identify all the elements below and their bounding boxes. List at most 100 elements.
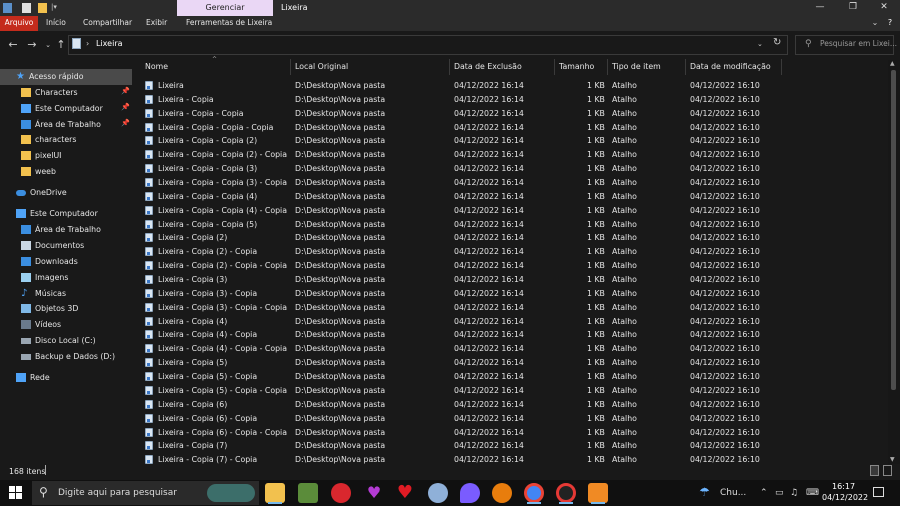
nav-item-imagens[interactable]: Imagens — [0, 270, 132, 286]
nav-item-pixelui[interactable]: pixelUI — [0, 148, 132, 164]
table-row[interactable]: Lixeira - Copia - Copia - Copia D:\Deskto… — [140, 121, 888, 135]
nav-item-objetos-3d[interactable]: Objetos 3D — [0, 301, 132, 317]
weather-text[interactable]: Chu... — [720, 487, 746, 499]
heart-app-icon[interactable]: ♥ — [395, 483, 415, 503]
weather-icon[interactable]: ☂ — [699, 485, 713, 499]
nav-item-pc-area-de-trabalho[interactable]: Área de Trabalho — [0, 222, 132, 238]
chrome-icon[interactable] — [524, 483, 544, 503]
table-row[interactable]: Lixeira - Copia - Copia (5) D:\Desktop\No… — [140, 218, 888, 232]
breadcrumb-chevron-icon[interactable]: › — [86, 38, 89, 50]
column-header-data-de-modificacao[interactable]: Data de modificação — [690, 61, 771, 74]
table-row[interactable]: Lixeira - Copia (7) D:\Desktop\Nova pasta… — [140, 439, 888, 453]
table-row[interactable]: Lixeira - Copia - Copia (2) - Copia D:\De… — [140, 148, 888, 162]
table-row[interactable]: Lixeira - Copia - Copia (3) D:\Desktop\No… — [140, 162, 888, 176]
volume-icon[interactable]: ♫ — [790, 488, 798, 498]
close-button[interactable]: ✕ — [868, 0, 900, 16]
table-row[interactable]: Lixeira - Copia (5) - Copia - Copia D:\De… — [140, 384, 888, 398]
new-folder-icon[interactable] — [38, 3, 47, 13]
table-row[interactable]: Lixeira - Copia (3) - Copia - Copia D:\De… — [140, 301, 888, 315]
table-row[interactable]: Lixeira - Copia - Copia (2) D:\Desktop\No… — [140, 134, 888, 148]
fl-studio-icon[interactable] — [588, 483, 608, 503]
qat-dropdown-icon[interactable]: |▾ — [51, 3, 57, 11]
column-header-local-original[interactable]: Local Original — [295, 61, 348, 74]
table-row[interactable]: Lixeira - Copia - Copia (3) - Copia D:\De… — [140, 176, 888, 190]
network-icon[interactable]: ▭ — [775, 488, 784, 498]
table-row[interactable]: Lixeira - Copia (5) D:\Desktop\Nova pasta… — [140, 356, 888, 370]
nav-este-computador[interactable]: Este Computador — [0, 206, 132, 222]
expand-ribbon-icon[interactable]: ⌄ — [868, 16, 882, 31]
table-row[interactable]: Lixeira - Copia (4) - Copia - Copia D:\De… — [140, 342, 888, 356]
pin-icon[interactable]: 📌 — [121, 119, 130, 127]
column-divider[interactable] — [449, 59, 450, 75]
pin-icon[interactable]: 📌 — [121, 103, 130, 111]
address-bar[interactable] — [68, 35, 788, 55]
tab-arquivo[interactable]: Arquivo — [0, 16, 38, 31]
table-row[interactable]: Lixeira D:\Desktop\Nova pasta 04/12/2022 1… — [140, 79, 888, 93]
blender-icon[interactable] — [492, 483, 512, 503]
column-header-nome[interactable]: Nome — [145, 61, 168, 74]
nav-item-weeb[interactable]: weeb — [0, 164, 132, 180]
nav-item-documentos[interactable]: Documentos — [0, 238, 132, 254]
properties-icon[interactable] — [22, 3, 31, 13]
tab-compartilhar[interactable]: Compartilhar — [83, 16, 132, 31]
column-header-data-de-exclusao[interactable]: Data de Exclusão — [454, 61, 522, 74]
nav-item-este-computador[interactable]: Este Computador 📌 — [0, 101, 132, 117]
pin-icon[interactable]: 📌 — [121, 87, 130, 95]
nav-item-characters[interactable]: Characters 📌 — [0, 85, 132, 101]
scrollbar-thumb[interactable] — [891, 70, 896, 390]
nav-item-videos[interactable]: Vídeos — [0, 317, 132, 333]
drop-app-icon[interactable] — [460, 483, 480, 503]
file-explorer-icon[interactable] — [265, 483, 285, 503]
details-view-button[interactable] — [870, 465, 879, 476]
refresh-icon[interactable]: ↻ — [773, 37, 781, 49]
table-row[interactable]: Lixeira - Copia D:\Desktop\Nova pasta 04/1… — [140, 93, 888, 107]
table-row[interactable]: Lixeira - Copia (2) - Copia - Copia D:\De… — [140, 259, 888, 273]
nav-item-downloads[interactable]: Downloads — [0, 254, 132, 270]
table-row[interactable]: Lixeira - Copia (3) D:\Desktop\Nova pasta… — [140, 273, 888, 287]
forward-button[interactable]: → — [24, 37, 40, 53]
windows-start-icon[interactable] — [9, 486, 23, 500]
nav-onedrive[interactable]: OneDrive — [0, 185, 132, 201]
column-divider[interactable] — [781, 59, 782, 75]
table-row[interactable]: Lixeira - Copia (6) - Copia - Copia D:\De… — [140, 426, 888, 440]
clock-time[interactable]: 16:17 — [832, 482, 855, 492]
clock-date[interactable]: 04/12/2022 — [822, 493, 868, 503]
scroll-up-icon[interactable]: ▲ — [890, 60, 895, 67]
table-row[interactable]: Lixeira - Copia (6) D:\Desktop\Nova pasta… — [140, 398, 888, 412]
breadcrumb[interactable]: Lixeira — [96, 38, 123, 50]
nav-quick-access[interactable]: ★ Acesso rápido — [0, 69, 132, 85]
up-button[interactable]: ↑ — [53, 37, 69, 53]
back-button[interactable]: ← — [5, 37, 21, 53]
table-row[interactable]: Lixeira - Copia (6) - Copia D:\Desktop\No… — [140, 412, 888, 426]
table-row[interactable]: Lixeira - Copia (4) D:\Desktop\Nova pasta… — [140, 315, 888, 329]
nav-item-area-de-trabalho[interactable]: Área de Trabalho 📌 — [0, 117, 132, 133]
column-header-tamanho[interactable]: Tamanho — [559, 61, 594, 74]
contextual-tab-gerenciar[interactable]: Gerenciar — [177, 0, 273, 16]
nav-rede[interactable]: Rede — [0, 370, 132, 386]
table-row[interactable]: Lixeira - Copia (4) - Copia D:\Desktop\No… — [140, 328, 888, 342]
table-row[interactable]: Lixeira - Copia (2) D:\Desktop\Nova pasta… — [140, 231, 888, 245]
column-divider[interactable] — [290, 59, 291, 75]
scroll-down-icon[interactable]: ▼ — [890, 456, 895, 463]
nav-item-backup-e-dados-d[interactable]: Backup e Dados (D:) — [0, 349, 132, 365]
nav-item-characters-lower[interactable]: characters — [0, 132, 132, 148]
tab-ferramentas-de-lixeira[interactable]: Ferramentas de Lixeira — [186, 16, 272, 31]
paint-icon[interactable] — [428, 483, 448, 503]
table-row[interactable]: Lixeira - Copia (2) - Copia D:\Desktop\No… — [140, 245, 888, 259]
large-icons-view-button[interactable] — [883, 465, 892, 476]
red-app-icon[interactable] — [331, 483, 351, 503]
show-hidden-icons-icon[interactable]: ⌃ — [760, 488, 768, 498]
column-divider[interactable] — [685, 59, 686, 75]
table-row[interactable]: Lixeira - Copia - Copia D:\Desktop\Nova p… — [140, 107, 888, 121]
help-icon[interactable]: ? — [883, 16, 897, 31]
table-row[interactable]: Lixeira - Copia - Copia (4) - Copia D:\De… — [140, 204, 888, 218]
column-header-tipo-de-item[interactable]: Tipo de item — [612, 61, 661, 74]
nav-item-disco-local-c[interactable]: Disco Local (C:) — [0, 333, 132, 349]
table-row[interactable]: Lixeira - Copia (3) - Copia D:\Desktop\No… — [140, 287, 888, 301]
record-app-icon[interactable] — [556, 483, 576, 503]
minimize-button[interactable]: — — [804, 0, 836, 16]
minecraft-icon[interactable] — [298, 483, 318, 503]
table-row[interactable]: Lixeira - Copia - Copia (4) D:\Desktop\No… — [140, 190, 888, 204]
maximize-button[interactable]: ❐ — [837, 0, 869, 16]
nav-item-musicas[interactable]: ♪ Músicas — [0, 286, 132, 302]
